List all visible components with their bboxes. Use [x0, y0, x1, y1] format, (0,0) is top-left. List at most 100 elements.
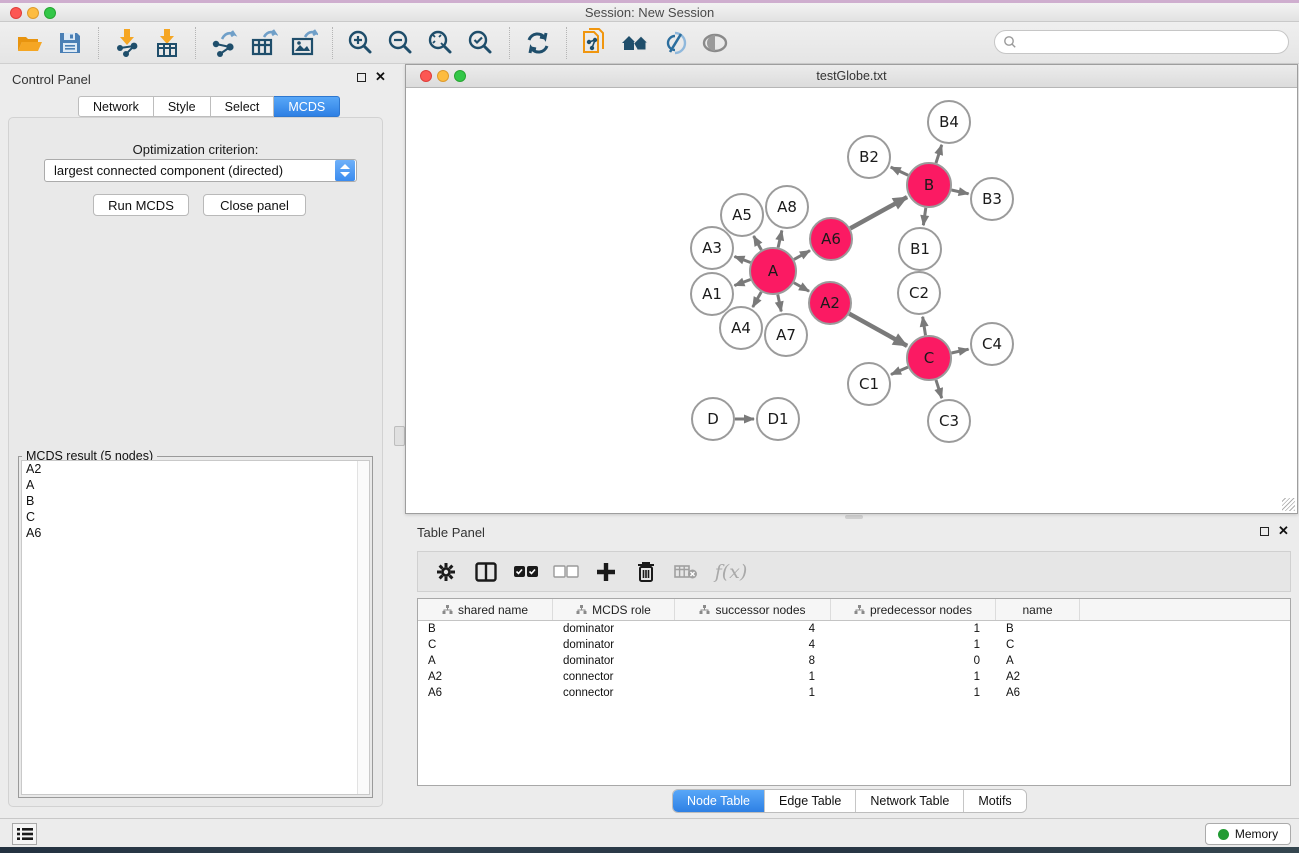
cell-predecessor-nodes[interactable]: 1 — [831, 669, 996, 685]
tab-style[interactable]: Style — [154, 96, 211, 117]
tab-motifs[interactable]: Motifs — [963, 790, 1025, 812]
table-row[interactable]: Cdominator41C — [418, 637, 1290, 653]
vertical-splitter-handle[interactable] — [394, 426, 405, 446]
memory-button[interactable]: Memory — [1205, 823, 1291, 845]
zoom-selected-icon[interactable] — [461, 25, 501, 61]
edge-A6-B[interactable] — [850, 197, 907, 228]
cell-shared-name[interactable]: A2 — [418, 669, 553, 685]
result-list-item[interactable]: C — [22, 509, 369, 525]
network-file-icon[interactable] — [575, 25, 615, 61]
result-list-item[interactable]: B — [22, 493, 369, 509]
cell-mcds-role[interactable]: dominator — [553, 621, 675, 637]
column-header-successor-nodes[interactable]: successor nodes — [675, 599, 831, 620]
close-table-panel-icon[interactable]: ✕ — [1278, 526, 1289, 536]
tab-network[interactable]: Network — [78, 96, 154, 117]
edge-B-B4[interactable] — [936, 145, 942, 163]
trash-icon[interactable] — [628, 555, 664, 589]
resize-grip-icon[interactable] — [1282, 498, 1295, 511]
import-network-icon[interactable] — [107, 25, 147, 61]
tab-network-table[interactable]: Network Table — [855, 790, 963, 812]
table-row[interactable]: Adominator80A — [418, 653, 1290, 669]
cell-name[interactable]: C — [996, 637, 1080, 653]
cell-predecessor-nodes[interactable]: 1 — [831, 621, 996, 637]
cell-predecessor-nodes[interactable]: 1 — [831, 685, 996, 701]
column-header-name[interactable]: name — [996, 599, 1080, 620]
cell-name[interactable]: A — [996, 653, 1080, 669]
horizontal-splitter-handle[interactable] — [845, 515, 863, 519]
column-header-predecessor-nodes[interactable]: predecessor nodes — [831, 599, 996, 620]
edge-A-A6[interactable] — [794, 251, 810, 260]
import-table-icon[interactable] — [147, 25, 187, 61]
edge-A-A1[interactable] — [734, 279, 750, 285]
table-row[interactable]: Bdominator41B — [418, 621, 1290, 637]
edge-B-B1[interactable] — [923, 208, 925, 225]
cell-mcds-role[interactable]: dominator — [553, 637, 675, 653]
cell-mcds-role[interactable]: dominator — [553, 653, 675, 669]
cell-name[interactable]: A2 — [996, 669, 1080, 685]
edge-C-C4[interactable] — [951, 349, 968, 353]
edge-A-A7[interactable] — [778, 295, 781, 312]
home-icon[interactable] — [615, 25, 655, 61]
gear-icon[interactable] — [428, 555, 464, 589]
edge-A-A3[interactable] — [734, 256, 750, 262]
search-field[interactable] — [994, 30, 1289, 54]
cell-mcds-role[interactable]: connector — [553, 685, 675, 701]
edge-C-C1[interactable] — [891, 367, 908, 374]
table-row[interactable]: A6connector11A6 — [418, 685, 1290, 701]
open-file-icon[interactable] — [10, 25, 50, 61]
refresh-icon[interactable] — [518, 25, 558, 61]
zoom-out-icon[interactable] — [381, 25, 421, 61]
zoom-fit-icon[interactable] — [421, 25, 461, 61]
edge-B-B2[interactable] — [891, 167, 908, 175]
mcds-result-list[interactable]: A2ABCA6 — [21, 460, 370, 795]
cell-predecessor-nodes[interactable]: 1 — [831, 637, 996, 653]
export-image-icon[interactable] — [284, 25, 324, 61]
tab-edge-table[interactable]: Edge Table — [764, 790, 855, 812]
cell-shared-name[interactable]: C — [418, 637, 553, 653]
edge-A-A2[interactable] — [794, 283, 809, 292]
tab-node-table[interactable]: Node Table — [673, 790, 764, 812]
cell-successor-nodes[interactable]: 8 — [675, 653, 831, 669]
cell-successor-nodes[interactable]: 1 — [675, 669, 831, 685]
cell-successor-nodes[interactable]: 1 — [675, 685, 831, 701]
export-network-icon[interactable] — [204, 25, 244, 61]
tab-mcds[interactable]: MCDS — [274, 96, 340, 117]
columns-icon[interactable] — [468, 555, 504, 589]
eye-icon[interactable] — [695, 25, 735, 61]
result-list-item[interactable]: A2 — [22, 461, 369, 477]
edge-B-B3[interactable] — [951, 190, 968, 194]
deselect-all-icon[interactable] — [548, 555, 584, 589]
cell-shared-name[interactable]: A6 — [418, 685, 553, 701]
tab-select[interactable]: Select — [211, 96, 275, 117]
cell-successor-nodes[interactable]: 4 — [675, 621, 831, 637]
network-graph[interactable]: B4B2BB3A5A8A6A3AB1A1C2A2A4A7C4CC1DD1C3 — [407, 89, 1297, 513]
search-input[interactable] — [1017, 35, 1288, 49]
result-list-item[interactable]: A — [22, 477, 369, 493]
cell-mcds-role[interactable]: connector — [553, 669, 675, 685]
cell-name[interactable]: B — [996, 621, 1080, 637]
column-header-mcds-role[interactable]: MCDS role — [553, 599, 675, 620]
edge-C-C2[interactable] — [923, 317, 926, 336]
criterion-dropdown[interactable]: largest connected component (directed) — [44, 159, 357, 182]
zoom-in-icon[interactable] — [341, 25, 381, 61]
result-list-item[interactable]: A6 — [22, 525, 369, 541]
list-scrollbar[interactable] — [357, 461, 369, 794]
select-all-icon[interactable] — [508, 555, 544, 589]
hide-details-icon[interactable] — [655, 25, 695, 61]
task-history-button[interactable] — [12, 823, 37, 845]
cell-shared-name[interactable]: B — [418, 621, 553, 637]
float-table-panel-icon[interactable] — [1260, 527, 1269, 536]
edge-C-C3[interactable] — [936, 380, 942, 398]
column-header-shared-name[interactable]: shared name — [418, 599, 553, 620]
edge-A2-C[interactable] — [849, 314, 907, 346]
node-table[interactable]: shared nameMCDS rolesuccessor nodesprede… — [417, 598, 1291, 786]
export-table-icon[interactable] — [244, 25, 284, 61]
run-mcds-button[interactable]: Run MCDS — [93, 194, 189, 216]
edge-A-A5[interactable] — [754, 236, 762, 250]
edge-A-A8[interactable] — [778, 230, 782, 247]
edge-A-A4[interactable] — [753, 292, 762, 307]
table-row[interactable]: A2connector11A2 — [418, 669, 1290, 685]
cell-predecessor-nodes[interactable]: 0 — [831, 653, 996, 669]
close-panel-button[interactable]: Close panel — [203, 194, 306, 216]
add-icon[interactable] — [588, 555, 624, 589]
